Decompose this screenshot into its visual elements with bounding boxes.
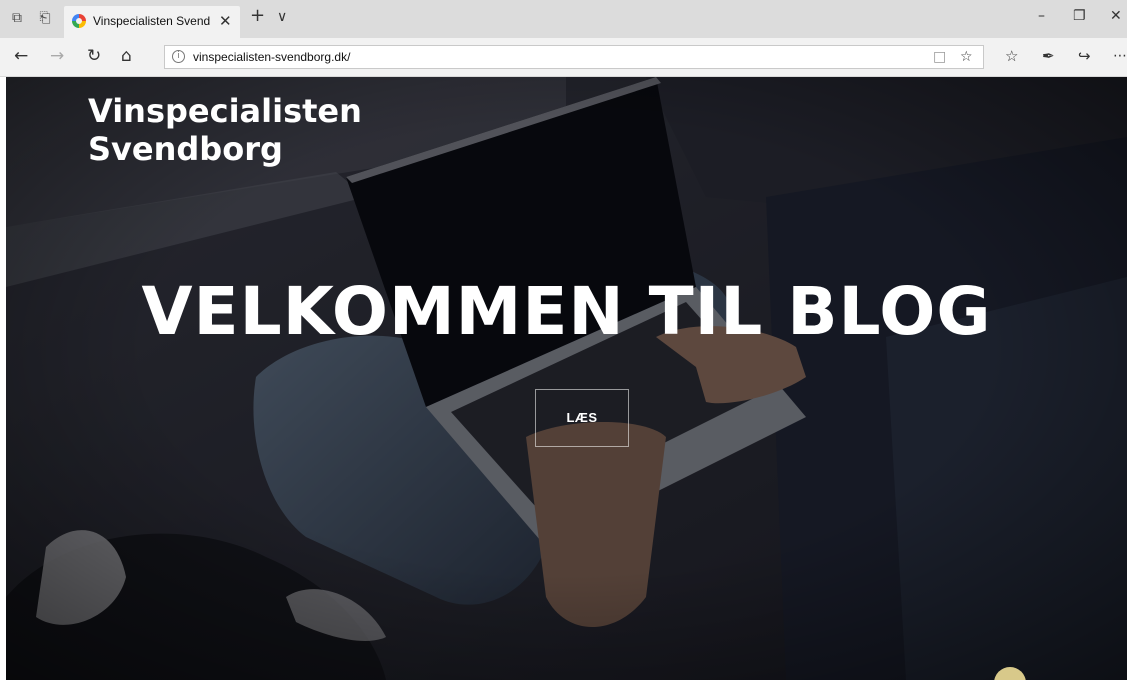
more-icon[interactable]: ⋯ xyxy=(1113,47,1127,65)
address-bar[interactable]: i vinspecialisten-svendborg.dk/ □ ☆ xyxy=(164,45,984,69)
tab-title: Vinspecialisten Svendbc xyxy=(93,14,211,28)
share-icon[interactable]: ↪ xyxy=(1078,47,1091,65)
arrow-right-icon[interactable]: → xyxy=(50,47,64,65)
star-icon[interactable]: ☆ xyxy=(960,49,973,65)
chevron-down-icon[interactable]: ∨ xyxy=(277,9,287,25)
set-tabs-aside-icon[interactable]: ⎗ xyxy=(36,9,54,27)
plus-icon[interactable]: + xyxy=(250,5,265,26)
tabs-aside-icon[interactable]: ⧉ xyxy=(8,9,26,27)
site-brand[interactable]: Vinspecialisten Svendborg xyxy=(88,92,488,168)
hero-section: Vinspecialisten Svendborg VELKOMMEN TIL … xyxy=(6,77,1127,680)
brand-line-2: Svendborg xyxy=(88,130,283,168)
refresh-icon[interactable]: ↻ xyxy=(87,47,101,65)
pen-icon[interactable]: ✒ xyxy=(1042,47,1055,65)
navigation-bar: ← → ↻ ⌂ i vinspecialisten-svendborg.dk/ … xyxy=(0,38,1127,77)
site-favicon-icon xyxy=(72,14,86,28)
favorites-list-icon[interactable]: ☆ xyxy=(1005,47,1018,65)
close-icon[interactable]: ✕ xyxy=(219,12,232,30)
read-button[interactable]: LÆS xyxy=(535,389,629,447)
browser-tab[interactable]: Vinspecialisten Svendbc ✕ xyxy=(64,6,240,38)
restore-icon[interactable]: ❐ xyxy=(1073,8,1086,24)
home-icon[interactable]: ⌂ xyxy=(121,47,132,65)
tab-strip: ⧉ ⎗ Vinspecialisten Svendbc ✕ + ∨ – ❐ ✕ xyxy=(0,0,1127,38)
info-icon[interactable]: i xyxy=(172,50,185,63)
brand-line-1: Vinspecialisten xyxy=(88,92,362,130)
url-text[interactable]: vinspecialisten-svendborg.dk/ xyxy=(193,50,350,64)
book-icon[interactable]: □ xyxy=(933,49,946,65)
window-close-icon[interactable]: ✕ xyxy=(1110,8,1122,24)
arrow-left-icon[interactable]: ← xyxy=(14,47,28,65)
hero-heading: VELKOMMEN TIL BLOG xyxy=(141,273,992,350)
minimize-icon[interactable]: – xyxy=(1038,8,1045,24)
